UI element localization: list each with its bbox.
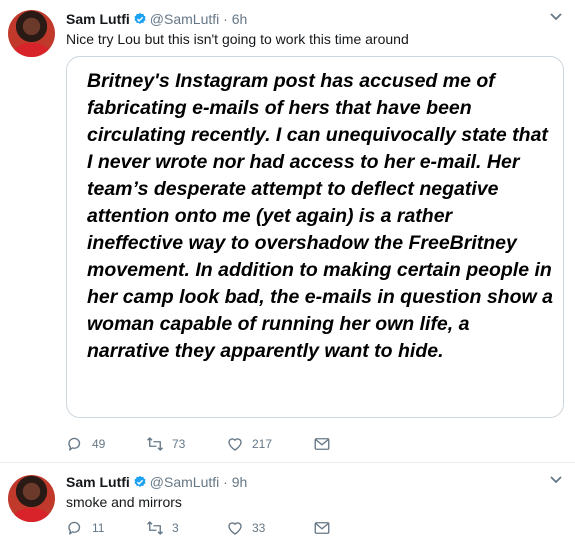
retweet-count: 3 <box>172 521 179 535</box>
retweet-icon <box>147 437 163 451</box>
tweet[interactable]: Sam Lutfi @SamLutfi · 6h Nice try Lou but… <box>0 0 575 463</box>
tweet-text: smoke and mirrors <box>66 494 182 510</box>
retweet-count: 73 <box>172 437 186 451</box>
tweet[interactable]: Sam Lutfi @SamLutfi · 9h smoke and mirror… <box>0 463 575 544</box>
separator-dot: · <box>223 474 228 490</box>
timestamp[interactable]: 9h <box>232 474 248 490</box>
avatar[interactable] <box>8 475 55 522</box>
avatar[interactable] <box>8 10 55 57</box>
reply-icon <box>68 437 81 451</box>
reply-count: 11 <box>92 521 105 535</box>
statement-text: Britney's Instagram post has accused me … <box>87 70 553 362</box>
tweet-actions: 49 73 217 <box>66 435 331 453</box>
retweet-button[interactable]: 3 <box>146 519 226 537</box>
tweet-header: Sam Lutfi @SamLutfi · 9h <box>66 474 247 490</box>
tweet-text: Nice try Lou but this isn't going to wor… <box>66 31 409 47</box>
author-handle[interactable]: @SamLutfi <box>150 474 219 490</box>
verified-badge-icon <box>134 12 146 24</box>
retweet-icon <box>147 521 163 535</box>
direct-message-button[interactable] <box>313 435 331 453</box>
author-name[interactable]: Sam Lutfi <box>66 474 130 490</box>
reply-count: 49 <box>92 437 106 451</box>
timestamp[interactable]: 6h <box>232 11 248 27</box>
quoted-text-image[interactable]: Britney's Instagram post has accused me … <box>66 56 564 418</box>
like-icon <box>228 522 242 535</box>
like-count: 217 <box>252 437 273 451</box>
like-button[interactable]: 217 <box>226 435 313 453</box>
direct-message-button[interactable] <box>313 519 331 537</box>
verified-badge-icon <box>134 475 146 487</box>
author-handle[interactable]: @SamLutfi <box>150 11 219 27</box>
like-icon <box>228 438 242 451</box>
reply-icon <box>68 521 81 535</box>
retweet-button[interactable]: 73 <box>146 435 226 453</box>
separator-dot: · <box>223 11 228 27</box>
like-count: 33 <box>252 521 266 535</box>
tweet-header: Sam Lutfi @SamLutfi · 6h <box>66 11 247 27</box>
chevron-down-icon[interactable] <box>550 476 562 484</box>
chevron-down-icon[interactable] <box>550 13 562 21</box>
like-button[interactable]: 33 <box>226 519 313 537</box>
author-name[interactable]: Sam Lutfi <box>66 11 130 27</box>
tweet-actions: 11 3 33 <box>66 519 331 537</box>
reply-button[interactable]: 11 <box>66 519 146 537</box>
direct-message-icon <box>314 438 330 450</box>
reply-button[interactable]: 49 <box>66 435 146 453</box>
direct-message-icon <box>314 522 330 534</box>
